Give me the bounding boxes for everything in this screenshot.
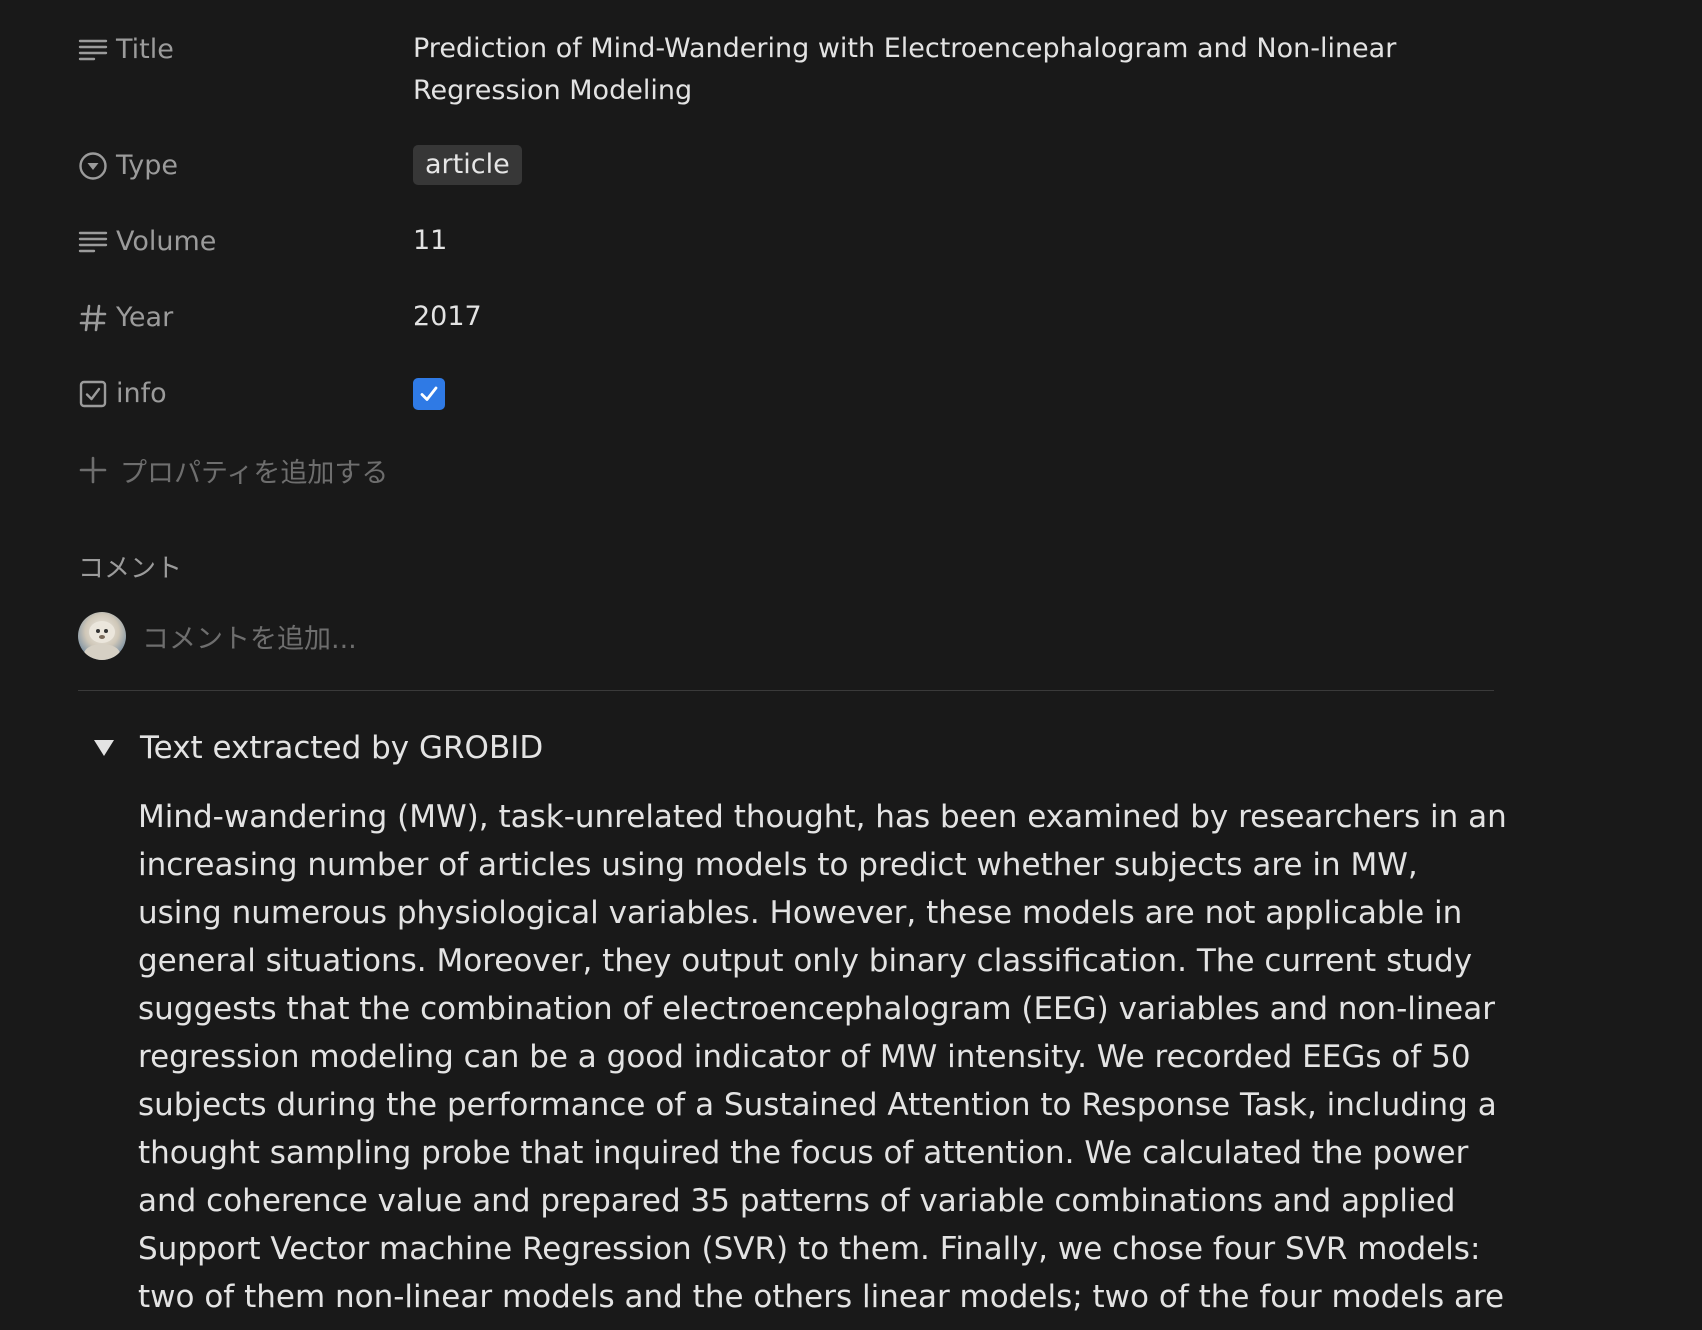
property-key-info[interactable]: info [78,372,413,416]
select-circle-icon [78,151,108,181]
info-value [413,372,1498,418]
checkmark-icon [420,386,438,401]
property-key-type[interactable]: Type [78,144,413,188]
triangle-down-icon[interactable] [90,734,118,762]
comment-input[interactable]: コメントを追加... [142,617,357,656]
property-key-year[interactable]: Year [78,296,413,340]
year-value[interactable]: 2017 [413,296,1498,338]
checkbox-icon [78,379,108,409]
volume-value[interactable]: 11 [413,220,1498,262]
property-label: Volume [116,226,217,257]
text-lines-icon [78,35,108,65]
avatar [78,612,126,660]
toggle-block: Text extracted by GROBID [90,730,543,766]
notion-page: Title Prediction of Mind-Wandering with … [0,0,1702,1330]
title-value[interactable]: Prediction of Mind-Wandering with Electr… [413,28,1498,112]
add-property-button[interactable]: プロパティを追加する [78,448,388,492]
property-label: Title [116,34,174,65]
hash-icon [78,303,108,333]
comments-heading: コメント [78,554,183,584]
type-value[interactable]: article [413,144,1498,186]
comment-composer: コメントを追加... [78,612,357,660]
property-row-type: Type article [78,144,1498,188]
type-tag[interactable]: article [413,145,522,185]
property-row-title: Title Prediction of Mind-Wandering with … [78,28,1498,112]
property-label: info [116,378,167,409]
property-row-info: info [78,372,1498,418]
divider [78,690,1494,691]
toggle-title[interactable]: Text extracted by GROBID [140,730,543,766]
plus-icon [78,455,108,485]
property-key-title[interactable]: Title [78,28,413,72]
property-label: Type [116,150,179,181]
property-key-volume[interactable]: Volume [78,220,413,264]
info-checkbox[interactable] [413,378,445,410]
toggle-body-text[interactable]: Mind-wandering (MW), task-unrelated thou… [138,793,1508,1330]
property-label: Year [116,302,174,333]
add-property-label: プロパティを追加する [120,457,389,489]
property-row-year: Year 2017 [78,296,1498,340]
text-lines-icon [78,227,108,257]
property-row-volume: Volume 11 [78,220,1498,264]
